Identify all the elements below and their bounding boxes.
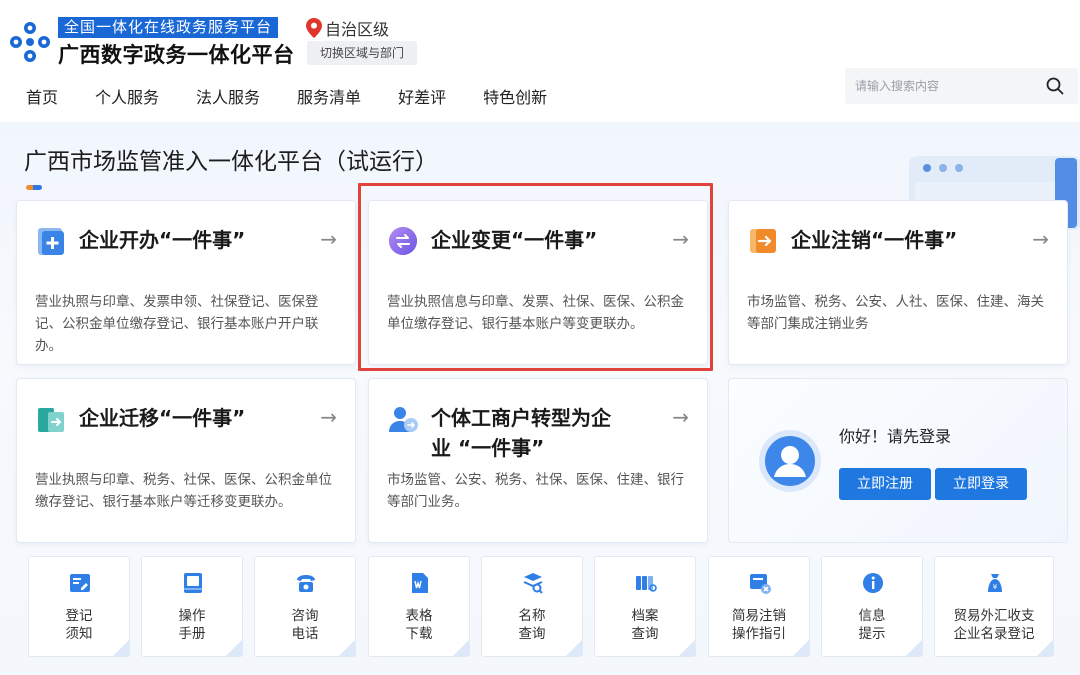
service-card-business-cancellation[interactable]: 企业注销“一件事” → 市场监管、税务、公安、人社、医保、住建、海关等部门集成注… xyxy=(728,200,1068,365)
tool-label: 咨询 电话 xyxy=(291,608,319,642)
main-nav: 首页 个人服务 法人服务 服务清单 好差评 特色创新 xyxy=(26,84,584,108)
exit-icon xyxy=(750,229,776,253)
tool-label: 登记 须知 xyxy=(65,608,93,642)
plus-file-icon xyxy=(38,228,64,255)
login-button[interactable]: 立即登录 xyxy=(935,468,1027,500)
card-description: 市场监管、税务、公安、人社、医保、住建、海关等部门集成注销业务 xyxy=(747,294,1044,332)
tool-archive-query[interactable]: 档案 查询 xyxy=(594,556,696,657)
tool-simple-cancellation-guide[interactable]: 简易注销 操作指引 xyxy=(708,556,810,657)
archive-icon xyxy=(636,576,657,592)
card-title-line2: 业 “一件事” xyxy=(431,436,545,460)
switch-region-button[interactable]: 切换区域与部门 xyxy=(307,41,417,65)
header: 全国一体化在线政务服务平台 广西数字政务一体化平台 自治区级 切换区域与部门 首… xyxy=(0,0,1080,122)
nav-item-personal[interactable]: 个人服务 xyxy=(95,84,159,108)
card-title: 企业注销“一件事” xyxy=(791,228,958,252)
exchange-icon xyxy=(389,227,417,255)
card-title: 企业开办“一件事” xyxy=(79,228,246,252)
main-content: 广西市场监管准入一体化平台（试运行） 企业开办“一件事” → 营业执照与印章、发… xyxy=(0,122,1080,675)
migrate-icon xyxy=(38,408,64,432)
tool-user-manual[interactable]: 操作 手册 xyxy=(141,556,243,657)
tool-name-query[interactable]: 名称 查询 xyxy=(481,556,583,657)
tool-label: 贸易外汇收支 企业名录登记 xyxy=(953,608,1035,642)
card-title: 企业迁移“一件事” xyxy=(79,406,246,430)
logo-icon xyxy=(10,22,50,62)
login-prompt: 你好！请先登录 xyxy=(839,427,952,446)
service-card-individual-to-enterprise[interactable]: 个体工商户转型为企 业 “一件事” → 市场监管、公安、税务、社保、医保、住建、… xyxy=(368,378,708,543)
manual-icon xyxy=(184,573,202,593)
service-card-business-migration[interactable]: 企业迁移“一件事” → 营业执照与印章、税务、社保、医保、公积金单位缴存登记、银… xyxy=(16,378,356,543)
region-indicator[interactable]: 自治区级 xyxy=(306,16,389,40)
page-title: 广西市场监管准入一体化平台（试运行） xyxy=(24,149,438,175)
info-icon xyxy=(863,573,883,593)
tool-forex-registration[interactable]: ¥ 贸易外汇收支 企业名录登记 xyxy=(934,556,1054,657)
location-pin-icon xyxy=(306,18,322,38)
forex-icon: ¥ xyxy=(988,574,1002,592)
tool-label: 简易注销 操作指引 xyxy=(732,608,786,642)
tool-label: 信息 提示 xyxy=(858,608,886,642)
card-title-line1: 个体工商户转型为企 xyxy=(431,406,611,430)
nav-item-evaluation[interactable]: 好差评 xyxy=(398,84,446,108)
tool-label: 操作 手册 xyxy=(178,608,206,642)
nav-item-home[interactable]: 首页 xyxy=(26,84,58,108)
tool-label: 表格 下载 xyxy=(405,608,433,642)
card-description: 市场监管、公安、税务、社保、医保、住建、银行等部门业务。 xyxy=(387,472,684,510)
region-label: 自治区级 xyxy=(325,20,390,39)
login-panel: 你好！请先登录 立即注册 立即登录 xyxy=(728,378,1068,543)
search-input[interactable] xyxy=(845,68,1035,104)
nav-item-service-list[interactable]: 服务清单 xyxy=(297,84,361,108)
arrow-right-icon: → xyxy=(672,227,689,251)
person-transform-icon xyxy=(389,407,418,432)
notice-icon xyxy=(70,574,90,592)
svg-text:¥: ¥ xyxy=(993,583,998,591)
title-accent-bar xyxy=(26,185,42,190)
user-avatar-icon xyxy=(759,430,821,492)
card-title: 个体工商户转型为企 业 “一件事” xyxy=(431,403,611,463)
tool-info-notice[interactable]: 信息 提示 xyxy=(821,556,923,657)
brand-title: 广西数字政务一体化平台 xyxy=(58,43,295,67)
register-button[interactable]: 立即注册 xyxy=(839,468,931,500)
tool-label: 档案 查询 xyxy=(631,608,659,642)
arrow-right-icon: → xyxy=(320,405,337,429)
tool-form-download[interactable]: 表格 下载 xyxy=(368,556,470,657)
search-icon[interactable] xyxy=(1046,77,1064,95)
card-description: 营业执照与印章、发票申领、社保登记、医保登记、公积金单位缴存登记、银行基本账户开… xyxy=(35,294,319,354)
nav-item-innovation[interactable]: 特色创新 xyxy=(483,84,547,108)
card-title: 企业变更“一件事” xyxy=(431,228,598,252)
tool-hotline[interactable]: 咨询 电话 xyxy=(254,556,356,657)
word-doc-icon xyxy=(412,573,428,593)
service-card-business-startup[interactable]: 企业开办“一件事” → 营业执照与印章、发票申领、社保登记、医保登记、公积金单位… xyxy=(16,200,356,365)
card-description: 营业执照与印章、税务、社保、医保、公积金单位缴存登记、银行基本账户等迁移变更联办… xyxy=(35,472,332,510)
card-description: 营业执照信息与印章、发票、社保、医保、公积金单位缴存登记、银行基本账户等变更联办… xyxy=(387,294,684,332)
phone-icon xyxy=(297,575,315,592)
nav-item-legal[interactable]: 法人服务 xyxy=(196,84,260,108)
search-box xyxy=(845,68,1078,104)
tool-label: 名称 查询 xyxy=(518,608,546,642)
name-search-icon xyxy=(523,573,543,594)
tool-registration-notice[interactable]: 登记 须知 xyxy=(28,556,130,657)
simple-cancel-icon xyxy=(750,574,771,594)
service-card-business-change[interactable]: 企业变更“一件事” → 营业执照信息与印章、发票、社保、医保、公积金单位缴存登记… xyxy=(368,200,708,365)
brand-national-platform: 全国一体化在线政务服务平台 xyxy=(58,17,279,38)
arrow-right-icon: → xyxy=(1032,227,1049,251)
arrow-right-icon: → xyxy=(672,405,689,429)
arrow-right-icon: → xyxy=(320,227,337,251)
